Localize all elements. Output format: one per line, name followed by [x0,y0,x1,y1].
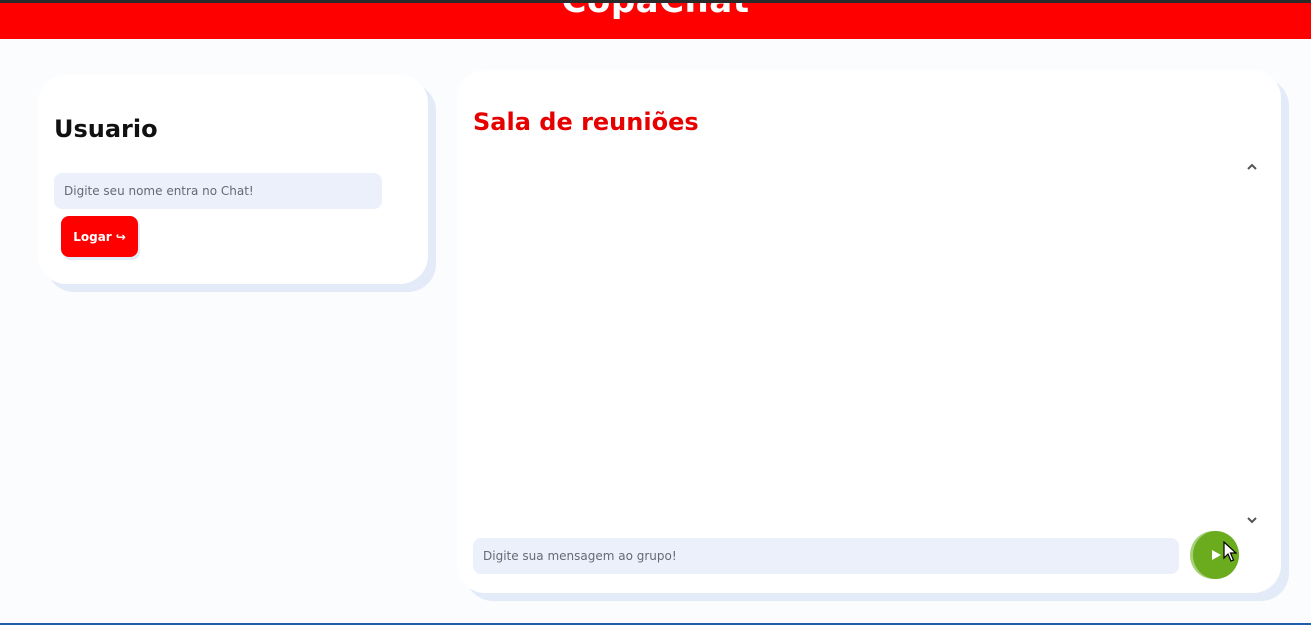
play-send-icon [1212,550,1221,560]
app-brand-title: CopaChat [561,0,750,21]
message-input[interactable] [473,538,1179,574]
login-button-label: Logar [73,229,112,244]
header-bar: CopaChat [0,0,1311,39]
chevron-down-icon[interactable] [1245,513,1259,527]
user-panel: Usuario Logar ↪ [38,75,428,284]
chevron-up-icon[interactable] [1245,159,1259,173]
chat-room-title: Sala de reuniões [473,108,699,136]
message-list[interactable] [473,152,1233,532]
login-arrow-icon: ↪ [115,229,126,244]
chat-panel: Sala de reuniões [457,70,1281,593]
username-input[interactable] [54,173,382,209]
mouse-cursor-icon [1223,541,1237,562]
user-panel-title: Usuario [54,115,158,143]
login-button[interactable]: Logar ↪ [61,216,138,257]
